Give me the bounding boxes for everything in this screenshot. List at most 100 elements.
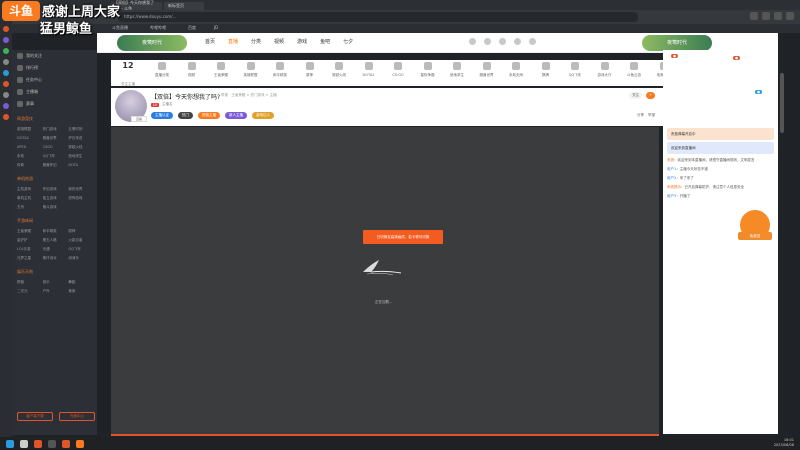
sidebar-item-events[interactable]: 赛事 [12, 98, 97, 110]
chat-username[interactable]: 用户2 [667, 176, 676, 180]
sidebar-subitem[interactable]: 格斗游戏 [43, 205, 67, 210]
sidebar-item-follow[interactable]: 我的关注 [12, 50, 97, 62]
anchor-name[interactable]: 主播名 [162, 102, 173, 107]
category-item[interactable]: QQ飞车 [560, 62, 590, 78]
extension-icon[interactable] [774, 12, 782, 20]
share-button[interactable]: 分享 [637, 113, 644, 118]
follow-count[interactable]: 12 关注主播 [115, 61, 141, 89]
sidebar-subitem[interactable]: 我的世界 [68, 187, 92, 192]
room-tag[interactable]: 游戏达人 [252, 112, 274, 119]
gift-label[interactable]: 免费送 [738, 232, 772, 240]
sidebar-subitem[interactable]: 二次元 [17, 289, 41, 294]
bookmark[interactable]: 哔哩哔哩 [150, 25, 166, 31]
chat-banner[interactable]: 贵族弹幕开启中 [667, 128, 774, 140]
category-item[interactable]: 和平精英 [265, 62, 295, 78]
windows-icon[interactable] [6, 439, 14, 448]
sidebar-subitem[interactable]: QQ飞车 [68, 247, 92, 252]
sidebar-subitem[interactable]: DOTA [68, 163, 92, 168]
category-item[interactable]: 斗鱼云游 [619, 62, 649, 78]
room-tag[interactable]: 主播认证 [151, 112, 173, 119]
nav-item[interactable]: 七夕 [343, 38, 353, 45]
room-tag[interactable]: 新人主播 [225, 112, 247, 119]
app-icon[interactable] [3, 48, 9, 54]
sidebar-subitem[interactable]: 美食 [68, 289, 92, 294]
category-item[interactable]: 视频 [177, 62, 207, 78]
sidebar-section-title[interactable]: 网游竞技 [12, 110, 97, 125]
follow-plus-icon[interactable]: + [646, 92, 655, 99]
sidebar-subitem[interactable]: 王者荣耀 [17, 229, 41, 234]
page-scrollbar[interactable] [778, 33, 786, 435]
app-icon[interactable] [3, 81, 9, 87]
category-item[interactable]: 直播分类 [147, 62, 177, 78]
sidebar-subitem[interactable]: 音乐 [43, 280, 67, 285]
chat-username[interactable]: 用户3 [667, 194, 676, 198]
sidebar-subitem[interactable]: 恐怖游戏 [68, 196, 92, 201]
sidebar-subitem[interactable]: 第五人格 [43, 238, 67, 243]
sidebar-subitem[interactable]: 绝地求生 [68, 154, 92, 159]
category-item[interactable]: 王者荣耀 [206, 62, 236, 78]
sidebar-subitem[interactable]: LOL手游 [17, 247, 41, 252]
sidebar-subitem[interactable]: 主机游戏 [17, 187, 41, 192]
message-icon[interactable] [514, 38, 521, 45]
category-item[interactable]: 英雄联盟 [236, 62, 266, 78]
sidebar-subitem[interactable]: 独立游戏 [43, 196, 67, 201]
category-item[interactable]: 绝地求生 [442, 62, 472, 78]
download-client-button[interactable]: 客户端下载 [17, 412, 53, 421]
extension-icon[interactable] [762, 12, 770, 20]
app-icon[interactable] [76, 439, 84, 448]
nav-item[interactable]: 首页 [205, 38, 215, 45]
room-meta[interactable]: 举报 · 王者荣耀 > 热门游戏 > 主播 [221, 93, 277, 98]
sidebar-subitem[interactable]: 颜值 [17, 280, 41, 285]
sidebar-item-anchor[interactable]: 主播端 [12, 86, 97, 98]
sidebar-subitem[interactable]: 蛋仔派对 [43, 256, 67, 261]
room-tag[interactable]: 热门 [178, 112, 193, 119]
sidebar-section-title[interactable]: 手游休闲 [12, 212, 97, 227]
nav-item[interactable]: 鱼吧 [320, 38, 330, 45]
category-item[interactable]: 原神 [295, 62, 325, 78]
category-item[interactable]: 穿越火线 [324, 62, 354, 78]
sidebar-section-title[interactable]: 单机热游 [12, 170, 97, 185]
chat-username[interactable]: 系统 [667, 158, 674, 162]
sidebar-subitem[interactable]: APEX [17, 145, 41, 150]
app-icon[interactable] [3, 70, 9, 76]
nav-item[interactable]: 直播 [228, 38, 238, 45]
bookmark[interactable]: 百度 [188, 25, 196, 31]
sidebar-section-title[interactable]: 娱乐天地 [12, 263, 97, 278]
sidebar-subitem[interactable]: 英雄联盟 [17, 127, 41, 132]
sidebar-subitem[interactable]: 消消乐 [68, 256, 92, 261]
category-item[interactable]: CS:GO [383, 62, 413, 77]
sidebar-subitem[interactable]: 户外 [43, 289, 67, 294]
sidebar-subitem[interactable]: 元梦之星 [17, 256, 41, 261]
recharge-button[interactable]: 充值中心 [59, 412, 95, 421]
category-item[interactable]: 棋牌 [531, 62, 561, 78]
sidebar-subitem[interactable]: 永劫 [17, 154, 41, 159]
sidebar-subitem[interactable]: DOTA2 [17, 136, 41, 141]
sidebar-subitem[interactable]: 方舟 [17, 205, 41, 210]
sidebar-subitem[interactable]: 舞蹈 [68, 280, 92, 285]
app-icon[interactable] [34, 439, 42, 448]
app-icon[interactable] [3, 59, 9, 65]
sidebar-subitem[interactable]: 传奇 [17, 163, 41, 168]
video-player[interactable]: 已切换至高清画质，若卡顿可切换 正在加载... [111, 127, 659, 434]
sidebar-item-tasks[interactable]: 任务中心 [12, 74, 97, 86]
sidebar-subitem[interactable]: 光遇 [43, 247, 67, 252]
sidebar-subitem[interactable]: QQ飞车 [43, 154, 67, 159]
clock[interactable]: 16:01 2023/08/08 [774, 438, 794, 448]
search-icon[interactable] [20, 439, 28, 448]
nav-item[interactable]: 游戏 [297, 38, 307, 45]
nav-item[interactable]: 视频 [274, 38, 284, 45]
report-button[interactable]: 举报 [648, 113, 655, 118]
sidebar-subitem[interactable]: 热门游戏 [43, 127, 67, 132]
category-item[interactable]: 游戏大厅 [590, 62, 620, 78]
sidebar-subitem[interactable]: CSGO [43, 145, 67, 150]
scrollbar-thumb[interactable] [780, 73, 784, 133]
nav-item[interactable]: 分类 [251, 38, 261, 45]
category-item[interactable]: 魔兽世界 [472, 62, 502, 78]
follow-icon[interactable] [484, 38, 491, 45]
category-item[interactable]: 永劫无间 [501, 62, 531, 78]
sidebar-subitem[interactable]: 五黑时刻 [68, 127, 92, 132]
chat-username[interactable]: 用户1 [667, 167, 676, 171]
follow-button[interactable]: 关注 [629, 92, 643, 99]
sidebar-subitem[interactable]: 炉石传说 [68, 136, 92, 141]
download-icon[interactable] [499, 38, 506, 45]
